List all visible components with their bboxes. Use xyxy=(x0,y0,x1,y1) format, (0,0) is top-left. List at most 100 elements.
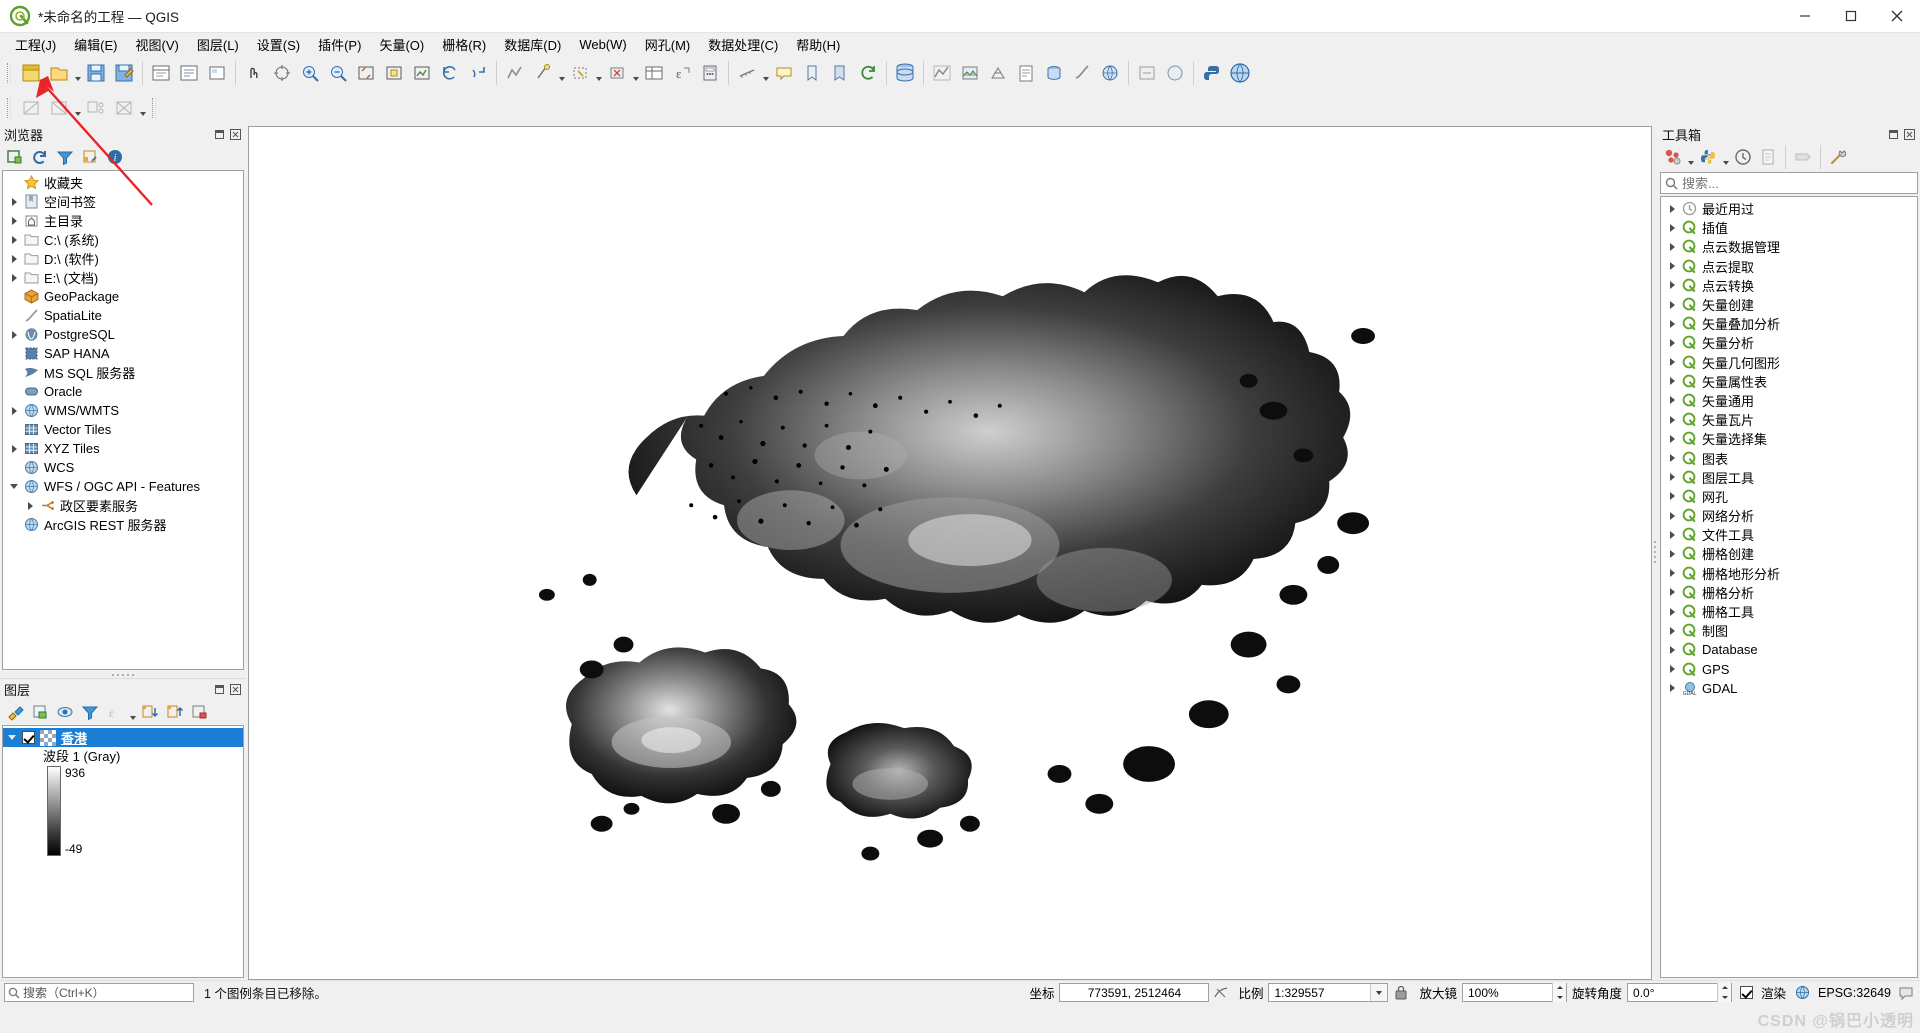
toolbox-item[interactable]: GDAL GDAL xyxy=(1661,679,1917,698)
open-attribute-table-icon[interactable] xyxy=(640,59,668,87)
measure-line-icon[interactable] xyxy=(733,59,761,87)
toolbar-grip[interactable] xyxy=(150,95,159,121)
save-project-icon[interactable] xyxy=(82,59,110,87)
menu-4[interactable]: 图层(L) xyxy=(188,33,248,56)
toolbox-item[interactable]: 栅格创建 xyxy=(1661,544,1917,563)
measure-dropdown-icon[interactable] xyxy=(761,60,770,86)
geometry-checker-icon[interactable] xyxy=(110,94,138,122)
layout-manager-icon[interactable] xyxy=(175,59,203,87)
toolbox-item[interactable]: 栅格工具 xyxy=(1661,602,1917,621)
select-features-icon[interactable] xyxy=(566,59,594,87)
new-virtual-layer-icon[interactable] xyxy=(1133,59,1161,87)
filter-legend-dropdown-icon[interactable] xyxy=(128,699,137,725)
browser-item[interactable]: WMS/WMTS xyxy=(3,401,243,420)
geometry-checker-dropdown-icon[interactable] xyxy=(138,95,147,121)
expand-arrow-icon[interactable] xyxy=(7,249,21,268)
expand-all-icon[interactable] xyxy=(138,701,162,723)
manage-map-themes-icon[interactable] xyxy=(53,701,77,723)
toolbox-item[interactable]: 点云提取 xyxy=(1661,257,1917,276)
expand-arrow-icon[interactable] xyxy=(1665,199,1679,218)
edit-in-place-icon[interactable] xyxy=(1791,146,1815,168)
zoom-next-icon[interactable] xyxy=(464,59,492,87)
browser-item[interactable]: D:\ (软件) xyxy=(3,249,243,268)
python-console-icon[interactable] xyxy=(1198,59,1226,87)
layers-tree[interactable]: 香港 波段 1 (Gray) 936 -49 xyxy=(2,725,244,978)
add-delimited-text-layer-icon[interactable] xyxy=(1012,59,1040,87)
models-icon[interactable] xyxy=(1661,146,1685,168)
new-shapefile-layer-icon[interactable] xyxy=(501,59,529,87)
map-tips-icon[interactable] xyxy=(770,59,798,87)
expand-arrow-icon[interactable] xyxy=(1665,391,1679,410)
rotation-stepper[interactable] xyxy=(1717,983,1732,1002)
expand-arrow-icon[interactable] xyxy=(1665,506,1679,525)
open-project-dropdown-icon[interactable] xyxy=(73,60,82,86)
refresh-icon[interactable] xyxy=(28,146,52,168)
expand-arrow-icon[interactable] xyxy=(1665,353,1679,372)
browser-item[interactable]: WCS xyxy=(3,458,243,477)
render-checkbox[interactable] xyxy=(1740,986,1754,999)
remove-layer-icon[interactable] xyxy=(188,701,212,723)
browser-item[interactable]: 收藏夹 xyxy=(3,173,243,192)
vertex-tool-icon[interactable] xyxy=(45,94,73,122)
browser-item[interactable]: C:\ (系统) xyxy=(3,230,243,249)
menu-9[interactable]: 数据库(D) xyxy=(495,33,570,56)
expand-arrow-icon[interactable] xyxy=(1665,564,1679,583)
expand-arrow-icon[interactable] xyxy=(7,401,21,420)
expand-arrow-icon[interactable] xyxy=(1665,583,1679,602)
toolbox-tree[interactable]: 最近用过 插值 点云数据管理 点云提取 点云转换 矢量创建 矢量叠加分析 矢量分析 矢量几何图形… xyxy=(1660,196,1918,978)
expand-arrow-icon[interactable] xyxy=(1665,621,1679,640)
expand-arrow-icon[interactable] xyxy=(1665,237,1679,256)
save-project-as-icon[interactable] xyxy=(110,59,138,87)
expand-arrow-icon[interactable] xyxy=(1665,314,1679,333)
expand-arrow-icon[interactable] xyxy=(1665,449,1679,468)
browser-float-icon[interactable] xyxy=(212,127,226,141)
identify-features-icon[interactable] xyxy=(529,59,557,87)
pan-to-selection-icon[interactable] xyxy=(268,59,296,87)
toolbox-item[interactable]: 矢量属性表 xyxy=(1661,372,1917,391)
toolbox-item[interactable]: 文件工具 xyxy=(1661,525,1917,544)
expand-arrow-icon[interactable] xyxy=(7,477,21,496)
layers-float-icon[interactable] xyxy=(212,682,226,696)
toolbox-search-box[interactable] xyxy=(1660,172,1918,194)
lock-scale-icon[interactable] xyxy=(1388,985,1414,1000)
expand-arrow-icon[interactable] xyxy=(1665,487,1679,506)
expand-arrow-icon[interactable] xyxy=(1665,525,1679,544)
show-map-tips-globe-icon[interactable] xyxy=(1226,59,1254,87)
browser-item[interactable]: WFS / OGC API - Features xyxy=(3,477,243,496)
show-layouts-icon[interactable] xyxy=(203,59,231,87)
browser-item[interactable]: SpatiaLite xyxy=(3,306,243,325)
open-project-icon[interactable] xyxy=(45,59,73,87)
menu-10[interactable]: Web(W) xyxy=(570,35,635,54)
toolbox-item[interactable]: 矢量瓦片 xyxy=(1661,410,1917,429)
expand-arrow-icon[interactable] xyxy=(7,230,21,249)
zoom-to-selection-icon[interactable] xyxy=(380,59,408,87)
georeferencer-icon[interactable] xyxy=(17,94,45,122)
minimize-button[interactable] xyxy=(1782,0,1828,33)
browser-item[interactable]: XYZ Tiles xyxy=(3,439,243,458)
field-calculator-icon[interactable] xyxy=(696,59,724,87)
expand-arrow-icon[interactable] xyxy=(1665,333,1679,352)
toolbox-close-icon[interactable] xyxy=(1902,127,1916,141)
zoom-last-icon[interactable] xyxy=(436,59,464,87)
deselect-dropdown-icon[interactable] xyxy=(631,60,640,86)
deselect-features-icon[interactable] xyxy=(603,59,631,87)
menu-6[interactable]: 插件(P) xyxy=(309,33,370,56)
toolbox-item[interactable]: 图表 xyxy=(1661,448,1917,467)
browser-close-icon[interactable] xyxy=(228,127,242,141)
select-by-expression-icon[interactable]: ε xyxy=(668,59,696,87)
expand-arrow-icon[interactable] xyxy=(7,211,21,230)
browser-item[interactable]: Oracle xyxy=(3,382,243,401)
vertex-tool-dropdown-icon[interactable] xyxy=(73,95,82,121)
magnifier-spinbox[interactable]: 100% xyxy=(1462,983,1567,1002)
collapse-all-icon[interactable] xyxy=(78,146,102,168)
show-bookmarks-icon[interactable] xyxy=(826,59,854,87)
toolbox-item[interactable]: 栅格分析 xyxy=(1661,583,1917,602)
toolbar-grip[interactable] xyxy=(5,60,14,86)
menu-1[interactable]: 工程(J) xyxy=(6,33,65,56)
browser-item[interactable]: 政区要素服务 xyxy=(3,496,243,515)
expand-arrow-icon[interactable] xyxy=(1665,544,1679,563)
messages-icon[interactable] xyxy=(1896,986,1916,1000)
browser-tree[interactable]: 收藏夹 空间书签 主目录 C:\ (系统) D:\ (软件) E:\ (文档) GeoPac… xyxy=(2,170,244,670)
browser-item[interactable]: GeoPackage xyxy=(3,287,243,306)
layer-row-hongkong[interactable]: 香港 xyxy=(3,728,243,747)
